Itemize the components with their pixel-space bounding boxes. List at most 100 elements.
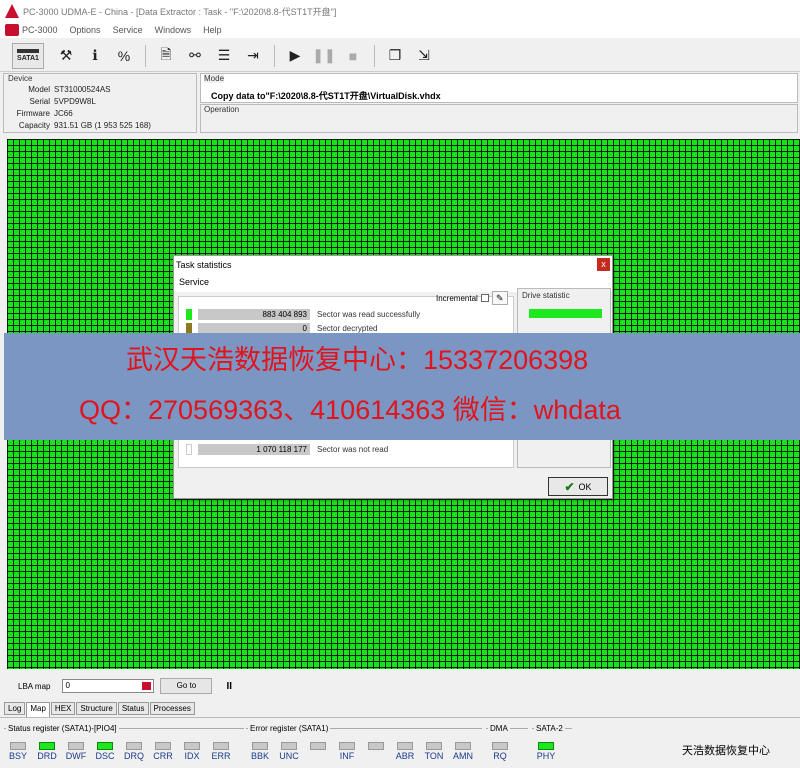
- info-icon[interactable]: ℹ: [81, 43, 109, 69]
- lba-map-bar: LBA map 0 Go to II: [0, 672, 800, 700]
- menu-options[interactable]: Options: [70, 25, 101, 35]
- menu-windows[interactable]: Windows: [155, 25, 192, 35]
- decrypted-label: Sector decrypted: [317, 323, 378, 333]
- stop-icon[interactable]: ■: [339, 43, 367, 69]
- pause-map-icon[interactable]: II: [226, 681, 232, 692]
- tools-icon[interactable]: ⚒: [52, 43, 80, 69]
- play-icon[interactable]: ▶: [281, 43, 309, 69]
- title-bar: PC-3000 UDMA-E - China - [Data Extractor…: [0, 0, 800, 22]
- toolbar-separator: [274, 44, 275, 67]
- device-serial: 5VPD9W8L: [54, 97, 96, 106]
- menu-service[interactable]: Service: [113, 25, 143, 35]
- led-indicator-icon: [68, 742, 84, 750]
- device-firmware: JC66: [54, 109, 73, 118]
- banner-line-1: 武汉天浩数据恢复中心：15337206398: [126, 345, 589, 375]
- exit-icon[interactable]: ⇲: [410, 43, 438, 69]
- led-label: DRQ: [124, 751, 144, 761]
- tab-processes[interactable]: Processes: [149, 702, 195, 715]
- drive-statistic-bar: [529, 309, 602, 318]
- mode-panel: Mode Copy data to"F:\2020\8.8-代ST1T开盘\Vi…: [200, 73, 798, 103]
- stack-icon[interactable]: ☰: [210, 43, 238, 69]
- status-register-group: Status register (SATA1)-[PIO4] BSY DRD DWF…: [4, 724, 244, 768]
- decrypted-count: 0: [198, 322, 310, 334]
- register-led-dwf: DWF: [62, 742, 90, 761]
- sata-port-button[interactable]: SATA1: [12, 42, 44, 69]
- tab-hex[interactable]: HEX: [50, 702, 76, 715]
- register-led-idx: IDX: [178, 742, 206, 761]
- dialog-title: Task statistics: [174, 256, 612, 274]
- contact-banner: 武汉天浩数据恢复中心：15337206398 QQ：270569363、4106…: [4, 333, 800, 440]
- pause-icon[interactable]: ❚❚: [310, 43, 338, 69]
- led-indicator-icon: [184, 742, 200, 750]
- not-read-count: 1 070 118 177: [198, 443, 310, 455]
- checkmark-icon: ✔: [564, 479, 575, 494]
- led-indicator-icon: [39, 742, 55, 750]
- incremental-checkbox[interactable]: [480, 294, 489, 302]
- led-indicator-icon: [368, 742, 384, 750]
- menu-help[interactable]: Help: [203, 25, 222, 35]
- lba-input[interactable]: 0: [62, 679, 155, 693]
- file-icon[interactable]: 🗎: [152, 43, 180, 69]
- led-label: TON: [424, 751, 444, 761]
- toolbar-separator: [145, 44, 146, 67]
- tab-status[interactable]: Status: [117, 702, 149, 715]
- ok-button[interactable]: ✔ OK: [548, 477, 608, 496]
- app-logo-icon: [5, 4, 19, 18]
- not-read-label: Sector was not read: [317, 444, 389, 454]
- read-color-swatch: [186, 308, 192, 320]
- device-serial-row: Serial 5VPD9W8L: [29, 97, 96, 106]
- incremental-option: Incremental ✎: [436, 291, 508, 305]
- operation-caption: Operation: [204, 105, 240, 114]
- goto-button[interactable]: Go to: [160, 678, 213, 694]
- tab-log[interactable]: Log: [4, 702, 26, 715]
- device-caption: Device: [8, 74, 33, 83]
- led-label: DWF: [65, 751, 87, 761]
- led-indicator-icon: [310, 742, 326, 750]
- pc3000-menu-icon[interactable]: [5, 24, 19, 36]
- led-label: BBK: [250, 751, 269, 761]
- register-led-unc: UNC: [275, 742, 303, 761]
- banner-line-2: QQ：270569363、410614363 微信：whdata: [79, 395, 621, 425]
- device-panel: Device Model ST31000524AS Serial 5VPD9W8…: [3, 73, 197, 133]
- clear-icon[interactable]: [142, 682, 152, 690]
- dma-group: DMA RQ: [486, 724, 528, 768]
- error-register-caption: Error register (SATA1): [248, 724, 331, 733]
- led-indicator-icon: [492, 742, 508, 750]
- led-indicator-icon: [126, 742, 142, 750]
- sata-connector-icon: [17, 49, 39, 53]
- led-label: PHY: [536, 751, 556, 761]
- percent-icon[interactable]: %: [110, 43, 138, 69]
- watermark-text: 天浩数据恢复中心: [682, 745, 770, 757]
- device-model-row: Model ST31000524AS: [28, 85, 111, 94]
- led-label: DSC: [95, 751, 115, 761]
- binoculars-icon[interactable]: ⚯: [181, 43, 209, 69]
- led-indicator-icon: [252, 742, 268, 750]
- copy-icon[interactable]: ❐: [381, 43, 409, 69]
- led-label: INF: [339, 751, 355, 761]
- toolbar-separator: [374, 44, 375, 67]
- device-capacity: 931.51 GB (1 953 525 168): [54, 121, 151, 130]
- register-panel: Status register (SATA1)-[PIO4] BSY DRD DWF…: [0, 717, 800, 767]
- register-led-crr: CRR: [149, 742, 177, 761]
- led-indicator-icon: [455, 742, 471, 750]
- device-capacity-row: Capacity 931.51 GB (1 953 525 168): [18, 121, 151, 130]
- read-label: Sector was read successfully: [317, 309, 421, 319]
- export-icon[interactable]: ⇥: [239, 43, 267, 69]
- menu-pc3000[interactable]: PC-3000: [22, 25, 58, 35]
- pen-icon[interactable]: ✎: [491, 291, 508, 305]
- error-register-group: Error register (SATA1) BBK UNC INF ABR TON AM…: [246, 724, 482, 768]
- operation-panel: Operation: [200, 104, 798, 133]
- tab-map[interactable]: Map: [26, 702, 50, 717]
- led-label: AMN: [453, 751, 473, 761]
- bottom-tabs: Log Map HEX Structure Status Processes: [4, 702, 196, 717]
- led-indicator-icon: [339, 742, 355, 750]
- decrypted-color-swatch: [186, 322, 192, 334]
- tab-structure[interactable]: Structure: [76, 702, 117, 715]
- register-led-drq: DRQ: [120, 742, 148, 761]
- led-indicator-icon: [155, 742, 171, 750]
- sata2-group: SATA-2 PHY: [532, 724, 572, 768]
- register-led-abr: ABR: [391, 742, 419, 761]
- led-label: BSY: [8, 751, 27, 761]
- led-indicator-icon: [538, 742, 554, 750]
- close-icon[interactable]: x: [597, 258, 610, 271]
